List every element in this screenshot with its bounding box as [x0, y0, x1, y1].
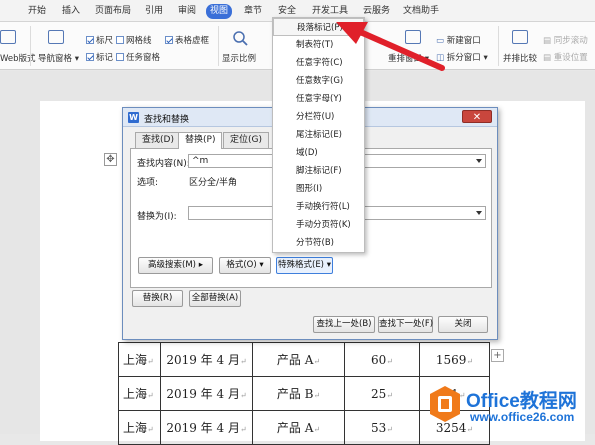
tab-review[interactable]: 审阅: [178, 5, 196, 18]
table-move-handle-icon[interactable]: ✥: [104, 153, 117, 166]
table-cell[interactable]: 2019 年 4 月↵: [160, 376, 253, 411]
tab-replace[interactable]: 替换(P): [178, 132, 223, 149]
menu-item-section-break[interactable]: 分节符(B): [273, 234, 364, 252]
ruler-checkbox[interactable]: 标尺: [86, 34, 113, 46]
table-row: 上海↵ 2019 年 4 月↵ 产品 A↵ 60↵ 1569↵: [118, 342, 490, 377]
web-layout-icon: [0, 30, 16, 44]
chevron-down-icon[interactable]: [476, 211, 482, 215]
options-label: 选项:: [137, 178, 159, 188]
checkbox-icon: [86, 53, 94, 61]
format-button[interactable]: 格式(O) ▾: [219, 257, 271, 274]
table-cell[interactable]: 产品 B↵: [252, 376, 345, 411]
options-value: 区分全/半角: [189, 178, 238, 188]
watermark-title: Office教程网: [466, 391, 577, 412]
menu-item-graphic[interactable]: 图形(I): [273, 180, 364, 198]
reset-position-button[interactable]: ▤ 重设位置: [543, 51, 588, 63]
wps-logo-icon: W: [128, 112, 139, 123]
office-logo-icon: [430, 386, 460, 422]
add-column-icon[interactable]: +: [491, 349, 504, 362]
watermark: Office教程网 www.office26.com: [428, 384, 595, 434]
table-cell[interactable]: 1569↵: [419, 342, 490, 377]
checkbox-icon: [165, 36, 173, 44]
close-button[interactable]: 关闭: [438, 316, 488, 333]
table-cell[interactable]: 25↵: [344, 376, 420, 411]
find-next-button[interactable]: 查找下一处(F): [378, 316, 433, 333]
tab-goto[interactable]: 定位(G): [223, 132, 269, 148]
table-cell[interactable]: 2019 年 4 月↵: [160, 342, 253, 377]
chevron-down-icon[interactable]: [476, 159, 482, 163]
divider: [498, 26, 499, 66]
zoom-button[interactable]: 显示比例: [222, 52, 256, 64]
checkbox-icon: [116, 36, 124, 44]
menu-item-column-break[interactable]: 分栏符(U): [273, 108, 364, 126]
replace-label: 替换为(I):: [137, 212, 177, 222]
tab-start[interactable]: 开始: [28, 5, 46, 18]
tab-insert[interactable]: 插入: [62, 5, 80, 18]
dialog-title: 查找和替换: [144, 115, 190, 125]
gridlines-checkbox[interactable]: 网格线: [116, 34, 152, 46]
checkbox-icon: [86, 36, 94, 44]
close-icon[interactable]: ✕: [462, 110, 492, 123]
menu-item-manual-line-break[interactable]: 手动换行符(L): [273, 198, 364, 216]
side-by-side-icon: [512, 30, 528, 44]
watermark-url: www.office26.com: [470, 410, 575, 424]
menu-item-any-letter[interactable]: 任意字母(Y): [273, 90, 364, 108]
tab-find[interactable]: 查找(D): [135, 132, 181, 148]
divider: [218, 26, 219, 66]
menu-item-field[interactable]: 域(D): [273, 144, 364, 162]
table-cell[interactable]: 产品 A↵: [252, 342, 345, 377]
tab-doc-assistant[interactable]: 文档助手: [403, 5, 439, 18]
table-cell[interactable]: 产品 A↵: [252, 410, 345, 445]
nav-pane-button[interactable]: 导航窗格 ▾: [38, 52, 79, 64]
zoom-icon: [233, 31, 248, 46]
table-cell[interactable]: 2019 年 4 月↵: [160, 410, 253, 445]
sync-scroll-button[interactable]: ▤ 同步滚动: [543, 34, 588, 46]
replace-all-button[interactable]: 全部替换(A): [189, 290, 241, 307]
tab-view[interactable]: 视图: [206, 4, 233, 19]
table-gridlines-checkbox[interactable]: 表格虚框: [165, 34, 209, 46]
markup-checkbox[interactable]: 标记: [86, 51, 113, 63]
divider: [30, 26, 31, 66]
tab-cloud[interactable]: 云服务: [363, 5, 390, 18]
side-by-side-button[interactable]: 并排比较: [503, 52, 537, 64]
table-cell[interactable]: 上海↵: [118, 410, 161, 445]
menu-item-endnote-mark[interactable]: 尾注标记(E): [273, 126, 364, 144]
advanced-search-button[interactable]: 高级搜索(M) ▸: [138, 257, 213, 274]
replace-button[interactable]: 替换(R): [132, 290, 183, 307]
find-label: 查找内容(N):: [137, 159, 190, 169]
tab-references[interactable]: 引用: [145, 5, 163, 18]
menu-item-footnote-mark[interactable]: 脚注标记(F): [273, 162, 364, 180]
table-cell[interactable]: 上海↵: [118, 342, 161, 377]
table-cell[interactable]: 53↵: [344, 410, 420, 445]
tab-chapter[interactable]: 章节: [244, 5, 262, 18]
nav-pane-icon: [48, 30, 64, 44]
checkbox-icon: [116, 53, 124, 61]
find-previous-button[interactable]: 查找上一处(B): [313, 316, 375, 333]
task-pane-checkbox[interactable]: 任务窗格: [116, 51, 160, 63]
find-input-value: ^m: [192, 156, 209, 166]
table-cell[interactable]: 上海↵: [118, 376, 161, 411]
tab-page-layout[interactable]: 页面布局: [95, 5, 131, 18]
special-format-button[interactable]: 特殊格式(E) ▾: [276, 257, 333, 274]
menu-item-manual-page-break[interactable]: 手动分页符(K): [273, 216, 364, 234]
red-arrow-icon: [336, 22, 445, 71]
table-cell[interactable]: 60↵: [344, 342, 420, 377]
